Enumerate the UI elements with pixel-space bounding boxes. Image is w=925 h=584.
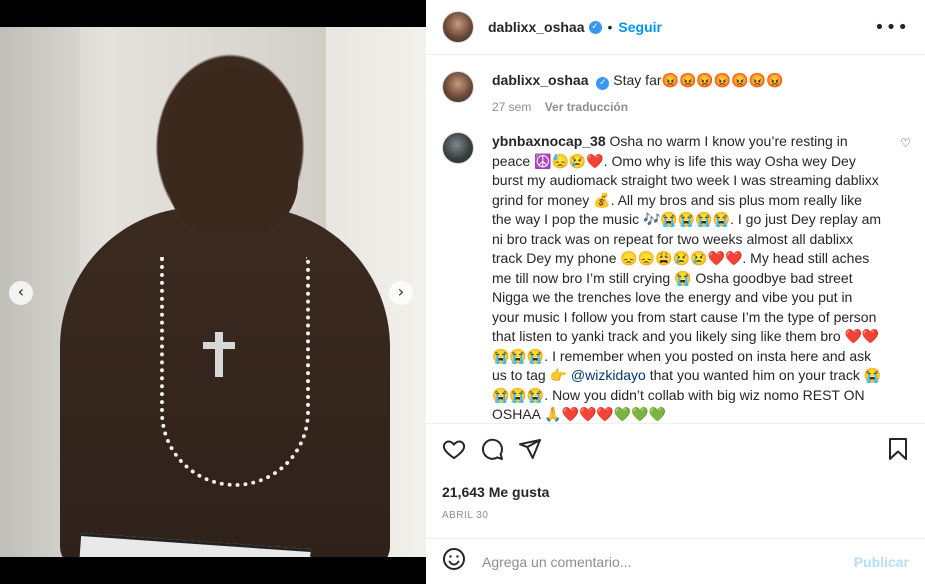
comment-text: Osha no warm I know you’re resting in pe… — [492, 133, 882, 383]
comment-item: ybnbaxnocap_38 Osha no warm I know you’r… — [426, 114, 925, 423]
emoji-picker-icon[interactable] — [442, 547, 466, 576]
author-avatar[interactable] — [442, 11, 474, 43]
comments-section[interactable]: dablixx_oshaa ✓ Stay far😡😡😡😡😡😡😡 27 sem V… — [426, 55, 925, 423]
separator-dot: • — [607, 19, 613, 35]
media-panel: underwear ‹ › — [0, 0, 426, 584]
more-options-icon[interactable]: ••• — [874, 17, 909, 38]
comment-input[interactable] — [482, 553, 854, 570]
carousel-next-button[interactable]: › — [389, 281, 413, 305]
publish-button[interactable]: Publicar — [854, 554, 909, 570]
save-bookmark-icon[interactable] — [887, 437, 909, 466]
caption-age: 27 sem — [492, 100, 532, 114]
post-details-panel: dablixx_oshaa ✓ • Seguir ••• dablixx_osh… — [426, 0, 925, 584]
post-header: dablixx_oshaa ✓ • Seguir ••• — [426, 0, 925, 55]
photo-cross-pendant — [203, 332, 235, 377]
verified-badge-icon: ✓ — [588, 20, 602, 34]
caption-text: Stay far😡😡😡😡😡😡😡 — [613, 72, 784, 88]
post-caption: dablixx_oshaa ✓ Stay far😡😡😡😡😡😡😡 27 sem V… — [426, 55, 925, 114]
comment-body: ybnbaxnocap_38 Osha no warm I know you’r… — [492, 132, 882, 423]
photo-subject-head — [168, 67, 298, 237]
post-actions: 21,643 Me gusta ABRIL 30 — [426, 423, 925, 521]
photo-bead-necklace — [160, 257, 310, 487]
comment-mention-link[interactable]: @wizkidayo — [571, 367, 646, 383]
comment-like-icon[interactable]: ♡ — [900, 136, 911, 150]
caption-meta: 27 sem Ver traducción — [492, 100, 784, 114]
caption-avatar[interactable] — [442, 71, 474, 103]
caption-body: dablixx_oshaa ✓ Stay far😡😡😡😡😡😡😡 — [492, 71, 784, 90]
commenter-avatar[interactable] — [442, 132, 474, 164]
action-icons — [442, 437, 909, 466]
translate-link[interactable]: Ver traducción — [545, 100, 628, 114]
follow-button[interactable]: Seguir — [618, 19, 662, 35]
share-paper-plane-icon[interactable] — [518, 437, 542, 466]
caption-username[interactable]: dablixx_oshaa — [492, 72, 589, 88]
comment-bubble-icon[interactable] — [480, 437, 504, 466]
post-date: ABRIL 30 — [442, 510, 489, 521]
commenter-username[interactable]: ybnbaxnocap_38 — [492, 133, 606, 149]
post-photo: underwear — [0, 27, 426, 557]
caption-verified-icon: ✓ — [596, 77, 610, 90]
carousel-prev-button[interactable]: ‹ — [9, 281, 33, 305]
author-username[interactable]: dablixx_oshaa — [488, 19, 585, 35]
add-comment-bar: Publicar — [426, 538, 925, 584]
like-heart-icon[interactable] — [442, 437, 466, 466]
likes-count[interactable]: 21,643 Me gusta — [442, 484, 909, 500]
